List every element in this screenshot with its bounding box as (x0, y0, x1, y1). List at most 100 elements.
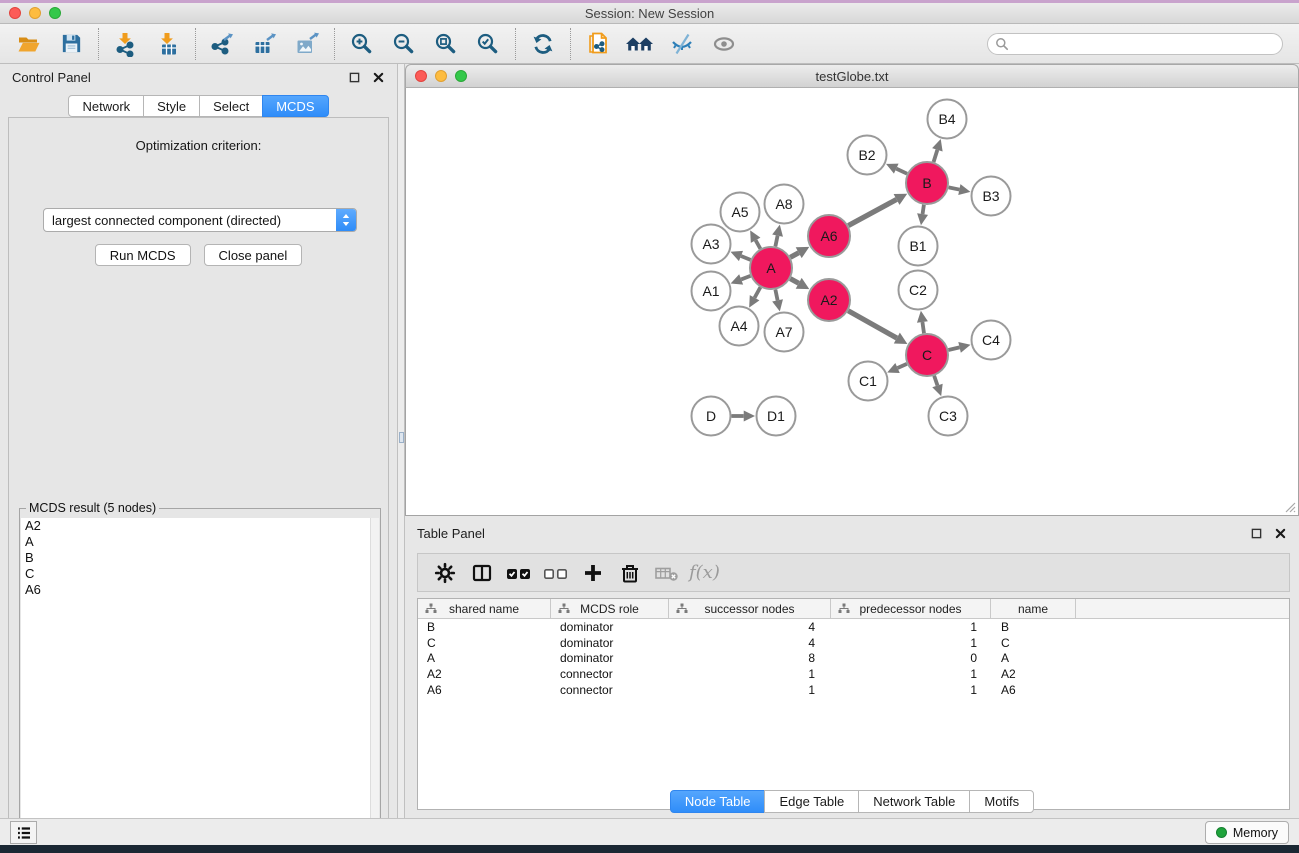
close-panel-button[interactable]: Close panel (204, 244, 303, 266)
graph-node[interactable]: C1 (849, 362, 888, 401)
graph-edge[interactable] (790, 278, 809, 289)
graph-node[interactable]: A1 (692, 272, 731, 311)
graph-edge[interactable] (886, 164, 907, 174)
graph-edge[interactable] (749, 287, 760, 307)
graph-edge[interactable] (848, 194, 907, 226)
network-from-document-button[interactable] (577, 26, 619, 62)
graph-edge[interactable] (932, 139, 942, 162)
mcds-result-item[interactable]: B (21, 550, 379, 566)
graph-node[interactable]: B3 (972, 177, 1011, 216)
graph-node[interactable]: B1 (899, 227, 938, 266)
save-session-button[interactable] (50, 26, 92, 62)
ndex-home-button[interactable] (619, 26, 661, 62)
export-network-button[interactable] (202, 26, 244, 62)
network-window-titlebar[interactable]: testGlobe.txt (405, 64, 1299, 88)
resize-grip-icon[interactable] (1282, 499, 1296, 513)
graph-edge[interactable] (730, 251, 750, 261)
column-header-name[interactable]: name (991, 599, 1076, 618)
graph-node[interactable]: C3 (929, 397, 968, 436)
graph-edge[interactable] (848, 311, 907, 344)
column-header-successor-nodes[interactable]: successor nodes (669, 599, 831, 618)
network-canvas[interactable]: B4B2BB3A8A5A6A3B1AA1C2A2A4A7C4CC1DD1C3 (405, 88, 1299, 516)
float-panel-icon[interactable] (347, 71, 361, 85)
table-row[interactable]: A2connector11A2 (418, 666, 1289, 682)
tab-network-table[interactable]: Network Table (858, 790, 970, 813)
column-header-shared-name[interactable]: shared name (418, 599, 551, 618)
tab-mcds[interactable]: MCDS (262, 95, 328, 117)
add-column-button[interactable] (574, 556, 611, 590)
tab-select[interactable]: Select (199, 95, 263, 117)
show-columns-button[interactable] (463, 556, 500, 590)
criterion-dropdown[interactable]: largest connected component (directed) (43, 208, 357, 232)
graph-edge[interactable] (731, 274, 751, 284)
network-graph[interactable]: B4B2BB3A8A5A6A3B1AA1C2A2A4A7C4CC1DD1C3 (406, 88, 1298, 514)
mcds-result-item[interactable]: A6 (21, 582, 379, 598)
graph-node[interactable]: C2 (899, 271, 938, 310)
task-history-button[interactable] (10, 821, 37, 844)
table-row[interactable]: Adominator80A (418, 651, 1289, 667)
close-panel-icon[interactable] (371, 71, 385, 85)
select-all-button[interactable] (500, 556, 537, 590)
graph-node[interactable]: A7 (765, 313, 804, 352)
graph-node[interactable]: A8 (765, 185, 804, 224)
graph-edge[interactable] (949, 184, 971, 195)
graph-node[interactable]: B2 (848, 136, 887, 175)
table-row[interactable]: Bdominator41B (418, 619, 1289, 635)
close-panel-icon[interactable] (1273, 527, 1287, 541)
graph-edge[interactable] (750, 230, 760, 248)
export-table-button[interactable] (244, 26, 286, 62)
show-graphics-details-button[interactable] (703, 26, 745, 62)
zoom-fit-button[interactable] (425, 26, 467, 62)
graph-node[interactable]: A5 (721, 193, 760, 232)
graph-edge[interactable] (772, 225, 783, 247)
mcds-result-scrollbar[interactable] (370, 518, 379, 846)
graph-node[interactable]: D (692, 397, 731, 436)
table-options-button[interactable] (426, 556, 463, 590)
refresh-layout-button[interactable] (522, 26, 564, 62)
open-session-button[interactable] (8, 26, 50, 62)
zoom-selected-button[interactable] (467, 26, 509, 62)
graph-edge[interactable] (772, 290, 783, 312)
zoom-out-button[interactable] (383, 26, 425, 62)
graph-node[interactable]: C4 (972, 321, 1011, 360)
mcds-result-item[interactable]: A (21, 534, 379, 550)
graph-edge[interactable] (790, 247, 809, 258)
run-mcds-button[interactable]: Run MCDS (95, 244, 191, 266)
table-row[interactable]: Cdominator41C (418, 635, 1289, 651)
tab-node-table[interactable]: Node Table (670, 790, 766, 813)
graph-node[interactable]: A3 (692, 225, 731, 264)
panel-splitter[interactable] (397, 64, 405, 818)
float-panel-icon[interactable] (1249, 527, 1263, 541)
column-header-predecessor-nodes[interactable]: predecessor nodes (831, 599, 991, 618)
main-titlebar[interactable]: Session: New Session (0, 3, 1299, 24)
graph-edge[interactable] (917, 311, 928, 333)
tab-network[interactable]: Network (68, 95, 144, 117)
graph-edge[interactable] (732, 411, 756, 422)
tab-edge-table[interactable]: Edge Table (764, 790, 859, 813)
tab-motifs[interactable]: Motifs (969, 790, 1034, 813)
graph-node[interactable]: A2 (808, 279, 850, 321)
graph-node[interactable]: A4 (720, 307, 759, 346)
graph-node[interactable]: A6 (808, 215, 850, 257)
graph-edge[interactable] (948, 342, 970, 353)
delete-columns-button[interactable] (611, 556, 648, 590)
table-row[interactable]: A6connector11A6 (418, 682, 1289, 698)
search-input[interactable] (987, 33, 1283, 55)
graph-edge[interactable] (917, 205, 928, 225)
zoom-in-button[interactable] (341, 26, 383, 62)
mcds-result-item[interactable]: A2 (21, 518, 379, 534)
import-table-button[interactable] (147, 26, 189, 62)
memory-button[interactable]: Memory (1205, 821, 1289, 844)
import-network-button[interactable] (105, 26, 147, 62)
graph-node[interactable]: B4 (928, 100, 967, 139)
hide-graphics-details-button[interactable] (661, 26, 703, 62)
graph-node[interactable]: C (906, 334, 948, 376)
column-header-mcds-role[interactable]: MCDS role (551, 599, 669, 618)
tab-style[interactable]: Style (143, 95, 200, 117)
graph-node[interactable]: A (750, 247, 792, 289)
splitter-grip[interactable] (399, 432, 404, 443)
deselect-all-button[interactable] (537, 556, 574, 590)
graph-node[interactable]: B (906, 162, 948, 204)
graph-edge[interactable] (887, 363, 907, 373)
mcds-result-item[interactable]: C (21, 566, 379, 582)
